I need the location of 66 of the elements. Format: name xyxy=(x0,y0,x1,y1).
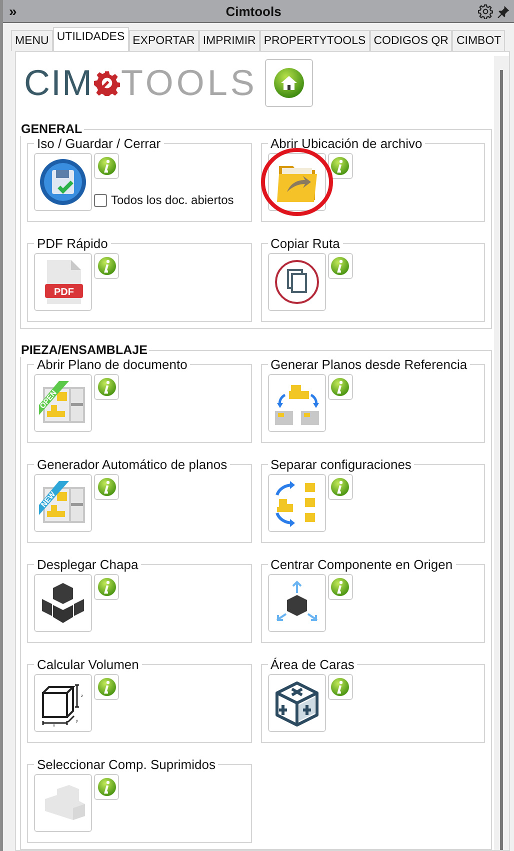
info-icon xyxy=(96,256,116,276)
save-disk-icon xyxy=(39,158,87,206)
tool-title: Área de Caras xyxy=(270,657,356,672)
settings-icon[interactable] xyxy=(478,4,493,18)
tool-title: Generador Automático de planos xyxy=(36,457,228,472)
tab[interactable]: EXPORTAR xyxy=(128,30,199,51)
info-button[interactable] xyxy=(94,253,119,279)
tool-title: PDF Rápido xyxy=(36,236,109,251)
pin-icon[interactable] xyxy=(497,4,510,18)
tool-title: Copiar Ruta xyxy=(270,236,341,251)
tab[interactable]: CIMBOT xyxy=(452,30,506,51)
tool-title: Desplegar Chapa xyxy=(36,557,140,572)
info-button[interactable] xyxy=(328,153,352,179)
tool-title: Calcular Volumen xyxy=(36,657,140,672)
info-button[interactable] xyxy=(328,253,352,279)
tab[interactable]: IMPRIMIR xyxy=(198,30,260,51)
home-button[interactable] xyxy=(265,59,314,107)
tool-title: Generar Planos desde Referencia xyxy=(270,357,468,372)
dice-icon xyxy=(272,679,320,727)
info-icon xyxy=(330,477,350,497)
tool-title: Centrar Componente en Origen xyxy=(270,557,454,572)
tool-button[interactable] xyxy=(268,574,326,632)
section-title: PIEZA/ENSAMBLAJE xyxy=(20,343,148,357)
tab[interactable]: CODIGOS QR xyxy=(370,30,452,51)
scrollbar[interactable] xyxy=(494,56,509,850)
info-button[interactable] xyxy=(94,574,119,600)
info-icon xyxy=(96,577,116,597)
copy-icon xyxy=(272,258,320,306)
info-icon xyxy=(330,377,350,397)
section-title: GENERAL xyxy=(20,122,84,136)
tool-button[interactable] xyxy=(34,574,92,632)
info-button[interactable] xyxy=(94,153,119,179)
info-button[interactable] xyxy=(94,474,119,500)
info-icon xyxy=(96,677,116,697)
info-button[interactable] xyxy=(328,574,352,600)
tool-title: Seleccionar Comp. Suprimidos xyxy=(36,757,216,772)
info-icon xyxy=(330,256,350,276)
info-icon xyxy=(330,677,350,697)
tool-title: Iso / Guardar / Cerrar xyxy=(36,136,162,151)
checkbox[interactable] xyxy=(94,194,107,206)
info-button[interactable] xyxy=(328,474,352,500)
info-button[interactable] xyxy=(328,374,352,400)
info-icon xyxy=(330,156,350,176)
info-icon xyxy=(96,477,116,497)
collapse-button[interactable]: » xyxy=(9,3,29,19)
info-button[interactable] xyxy=(328,674,352,700)
info-icon xyxy=(96,777,116,797)
info-button[interactable] xyxy=(94,674,119,700)
tool-title: Abrir Plano de documento xyxy=(36,357,188,372)
info-button[interactable] xyxy=(94,374,119,400)
window-title: Cimtools xyxy=(224,4,282,18)
info-icon xyxy=(330,577,350,597)
home-icon xyxy=(273,67,306,99)
tab[interactable]: PROPERTYTOOLS xyxy=(260,30,370,51)
tool-button[interactable] xyxy=(34,153,92,211)
tab[interactable]: MENU xyxy=(11,30,53,51)
info-icon xyxy=(96,377,116,397)
tool-button[interactable] xyxy=(268,253,326,311)
logo: CIM TOOLS xyxy=(24,65,258,101)
tab[interactable]: UTILIDADES xyxy=(52,27,129,51)
tool-title: Abrir Ubicación de archivo xyxy=(270,136,424,151)
checkbox-label: Todos los doc. abiertos xyxy=(111,193,234,207)
info-button[interactable] xyxy=(94,774,119,800)
info-icon xyxy=(96,156,116,176)
tool-title: Separar configuraciones xyxy=(270,457,412,472)
tool-button[interactable] xyxy=(268,674,326,732)
